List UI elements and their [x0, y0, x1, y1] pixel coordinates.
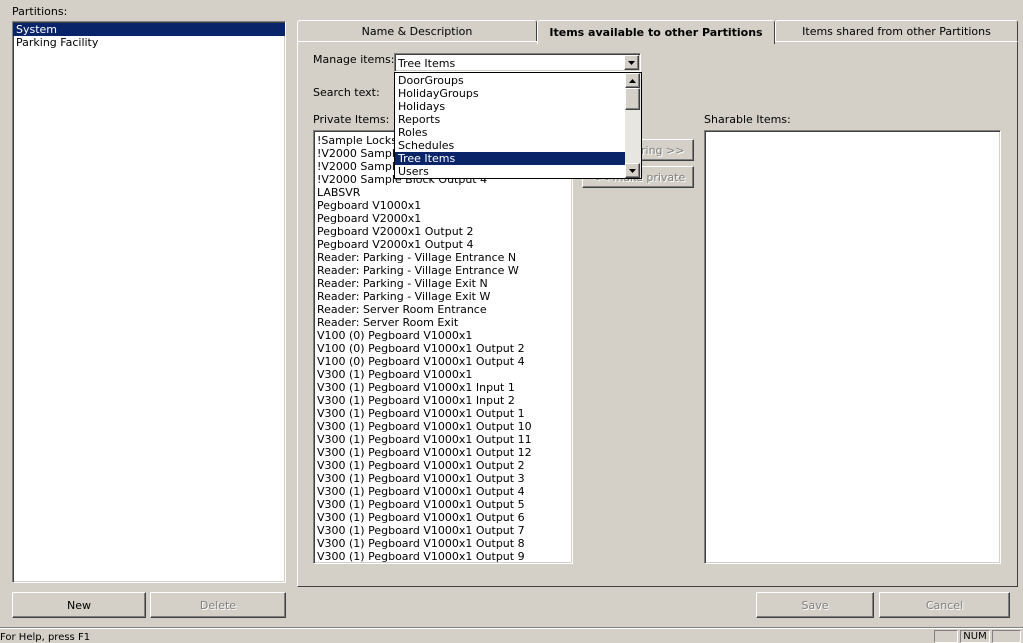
private-list-item[interactable]: V300 (1) Pegboard V1000x1 Output 1 [314, 407, 572, 420]
tab-label: Name & Description [361, 25, 473, 38]
private-list-item[interactable]: Reader: Server Room Exit [314, 316, 572, 329]
manage-items-dropdown-list[interactable]: DoorGroups HolidayGroups Holidays Reports Ro… [394, 72, 642, 179]
tab-items-available[interactable]: Items available to other Partitions [537, 20, 775, 44]
tab-label: Items available to other Partitions [549, 26, 763, 39]
tab-items-shared[interactable]: Items shared from other Partitions [775, 20, 1018, 42]
private-list-item[interactable]: Reader: Parking - Village Exit N [314, 277, 572, 290]
partitions-label: Partitions: [12, 5, 68, 18]
dropdown-option[interactable]: DoorGroups [395, 74, 625, 87]
status-pane-num: NUM [960, 630, 990, 643]
partition-list-item[interactable]: System [13, 23, 285, 36]
tab-name-description[interactable]: Name & Description [297, 20, 537, 42]
sharable-items-label: Sharable Items: [704, 113, 791, 126]
delete-button[interactable]: Delete [150, 592, 286, 618]
private-list-item[interactable]: V100 (0) Pegboard V1000x1 [314, 329, 572, 342]
scroll-up-button[interactable] [625, 73, 640, 88]
private-items-label: Private Items: [313, 113, 390, 126]
status-pane-scroll [992, 630, 1021, 643]
private-list-item[interactable]: V300 (1) Pegboard V1000x1 Output 8 [314, 537, 572, 550]
status-divider-highlight [0, 628, 1023, 629]
dropdown-option[interactable]: Users [395, 165, 625, 178]
dropdown-option[interactable]: Roles [395, 126, 625, 139]
private-list-item[interactable]: V300 (1) Pegboard V1000x1 Output 6 [314, 511, 572, 524]
status-help-text: For Help, press F1 [0, 632, 91, 643]
private-list-item[interactable]: V300 (1) Pegboard V1000x1 Output 5 [314, 498, 572, 511]
private-items-list[interactable]: !Sample Lockset !V2000 Sample !V2000 Sampl… [313, 130, 573, 564]
private-list-item[interactable]: V300 (1) Pegboard V1000x1 [314, 368, 572, 381]
partitions-list[interactable]: System Parking Facility [12, 21, 286, 583]
dropdown-arrow-button[interactable] [624, 55, 639, 70]
private-list-item[interactable]: Pegboard V2000x1 [314, 212, 572, 225]
scroll-thumb[interactable] [625, 88, 640, 110]
manage-items-label: Manage items: [313, 53, 395, 66]
private-list-item[interactable]: V300 (1) Pegboard V1000x1 Output 3 [314, 472, 572, 485]
private-list-item[interactable]: Reader: Server Room Entrance [314, 303, 572, 316]
dropdown-option[interactable]: Holidays [395, 100, 625, 113]
private-list-item[interactable]: Pegboard V2000x1 Output 4 [314, 238, 572, 251]
private-list-item[interactable]: V300 (1) Pegboard V1000x1 Output 9 [314, 550, 572, 563]
chevron-down-icon [629, 168, 636, 173]
dropdown-option[interactable]: Tree Items [395, 152, 625, 165]
private-list-item[interactable]: Reader: Parking - Village Exit W [314, 290, 572, 303]
private-list-item[interactable]: Reader: Parking - Village Entrance W [314, 264, 572, 277]
private-list-item[interactable]: V300 (1) Pegboard V1000x1 Output 10 [314, 420, 572, 433]
private-list-item[interactable]: Pegboard V2000x1 Output 2 [314, 225, 572, 238]
status-pane-caps [934, 630, 958, 643]
private-list-item[interactable]: Reader: Parking - Village Entrance N [314, 251, 572, 264]
search-text-label: Search text: [313, 86, 380, 99]
scroll-down-button[interactable] [625, 163, 640, 178]
private-list-item[interactable]: V100 (0) Pegboard V1000x1 Output 4 [314, 355, 572, 368]
private-list-item[interactable]: V300 (1) Pegboard V1000x1 Input 2 [314, 394, 572, 407]
private-list-item[interactable]: V300 (1) Pegboard V1000x1 Output 11 [314, 433, 572, 446]
manage-items-combobox[interactable]: Tree Items [394, 53, 641, 72]
cancel-button[interactable]: Cancel [879, 592, 1010, 618]
private-list-item[interactable]: V300 (1) Pegboard V1000x1 Output 2 [314, 459, 572, 472]
dropdown-scrollbar[interactable] [625, 73, 641, 178]
private-list-item[interactable]: V300 (1) Pegboard V1000x1 Output 4 [314, 485, 572, 498]
private-list-item[interactable]: V100 (0) Pegboard V1000x1 Output 2 [314, 342, 572, 355]
new-button[interactable]: New [12, 592, 146, 618]
private-list-item[interactable]: V300 (1) Pegboard V1000x1 Output 12 [314, 446, 572, 459]
manage-items-value: Tree Items [398, 57, 456, 70]
dropdown-option[interactable]: Reports [395, 113, 625, 126]
save-button[interactable]: Save [756, 592, 874, 618]
chevron-up-icon [629, 78, 636, 83]
private-list-item[interactable]: V300 (1) Pegboard V1000x1 Input 1 [314, 381, 572, 394]
chevron-down-icon [628, 60, 635, 65]
dropdown-option[interactable]: HolidayGroups [395, 87, 625, 100]
sharable-items-list[interactable] [704, 130, 1001, 564]
private-list-item[interactable]: LABSVR [314, 186, 572, 199]
tab-label: Items shared from other Partitions [802, 25, 991, 38]
dropdown-option[interactable]: Schedules [395, 139, 625, 152]
partition-list-item[interactable]: Parking Facility [13, 36, 285, 49]
private-list-item[interactable]: V300 (1) Pegboard V1000x1 Output 7 [314, 524, 572, 537]
private-list-item[interactable]: Pegboard V1000x1 [314, 199, 572, 212]
